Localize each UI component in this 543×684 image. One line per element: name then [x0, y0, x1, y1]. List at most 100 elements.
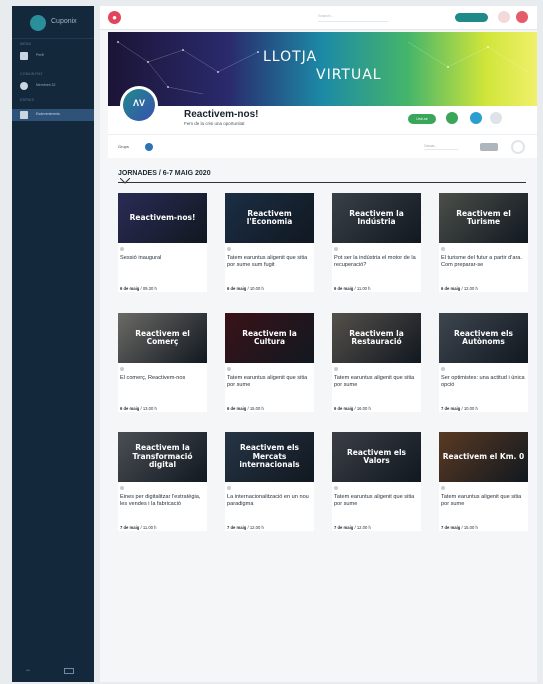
share-icon[interactable]	[470, 112, 482, 124]
session-status-icon	[334, 247, 338, 251]
session-datetime: 6 de maig / 15.00 h	[227, 406, 264, 411]
people-icon	[20, 82, 28, 90]
session-thumbnail-title: Reactivem la Indústria	[349, 208, 404, 226]
session-datetime: 6 de maig / 12.00 h	[441, 286, 478, 291]
session-thumbnail[interactable]: Reactivem els Autònoms	[439, 313, 528, 363]
sidebar-section-community: COMUNITAT	[20, 72, 43, 76]
session-thumbnail-title: Reactivem la Restauració	[349, 328, 404, 346]
filter-bar: Grups Cercar...	[108, 134, 537, 158]
session-time: / 13.00 h	[139, 406, 157, 411]
session-description: Tatem earuntus aligenit que sitia por su…	[227, 255, 308, 268]
session-thumbnail[interactable]: Reactivem el Turisme	[439, 193, 528, 243]
sidebar-item-members[interactable]: Membres 32	[12, 80, 94, 92]
session-datetime: 7 de maig / 15.00 h	[441, 525, 478, 530]
page-subtitle: Fem de la crisi una oportunitat	[184, 121, 245, 126]
sidebar-section-spaces: ESPAIS	[20, 98, 35, 102]
sidebar-item-label: Perfil	[36, 53, 44, 57]
session-date: 6 de maig	[120, 406, 140, 411]
session-time: / 15.00 h	[460, 525, 478, 530]
sidebar-item-label: Esdeveniments	[36, 112, 60, 116]
filter-count-badge[interactable]	[145, 143, 153, 151]
session-datetime: 7 de maig / 10.00 h	[441, 406, 478, 411]
session-thumbnail-title: Reactivem els Mercats internacionals	[239, 443, 300, 470]
sidebar-item-events[interactable]: Esdeveniments	[12, 109, 94, 121]
session-thumbnail[interactable]: Reactivem la Restauració	[332, 313, 421, 363]
session-date: 6 de maig	[334, 406, 354, 411]
session-card[interactable]: Reactivem la Transformació digital Eines …	[118, 432, 207, 531]
session-description: Ser optimistes: una actitud i única opci…	[441, 375, 525, 388]
session-card[interactable]: Reactivem el Km. 0 Tatem earuntus aligeni…	[439, 432, 528, 531]
session-thumbnail[interactable]: Reactivem el Km. 0	[439, 432, 528, 482]
session-status-icon	[120, 367, 124, 371]
session-description: El comerç, Reactivem-nos	[120, 375, 186, 381]
session-thumbnail[interactable]: Reactivem l'Economia	[225, 193, 314, 243]
sidebar-divider	[12, 38, 94, 39]
messages-icon[interactable]	[498, 11, 510, 23]
notifications-icon[interactable]: ●	[108, 11, 121, 24]
search-input[interactable]: Search...	[318, 13, 388, 22]
session-thumbnail[interactable]: Reactivem la Transformació digital	[118, 432, 207, 482]
session-date: 7 de maig	[227, 525, 247, 530]
session-card[interactable]: Reactivem els Autònoms Ser optimistes: un…	[439, 313, 528, 412]
session-status-icon	[227, 247, 231, 251]
session-description: Tatem earuntus aligenit que sitia por su…	[227, 375, 308, 388]
session-card[interactable]: Reactivem els Valors Tatem earuntus alige…	[332, 432, 421, 531]
session-description: Eines per digitalitzar l'estratègia, les…	[120, 494, 201, 507]
session-description: Tatem earuntus aligenit que sitia por su…	[334, 494, 415, 507]
session-thumbnail-title: Reactivem els Valors	[346, 447, 407, 465]
session-date: 6 de maig	[227, 406, 247, 411]
user-avatar[interactable]	[516, 11, 528, 23]
sidebar: Cuponix MENU Perfil COMUNITAT Membres 32…	[12, 6, 94, 682]
session-thumbnail[interactable]: Reactivem els Mercats internacionals	[225, 432, 314, 482]
session-card[interactable]: Reactivem la Cultura Tatem earuntus alige…	[225, 313, 314, 412]
page-title: Reactivem-nos!	[184, 109, 259, 120]
session-card[interactable]: Reactivem-nos! Sessió inaugural 6 de maig …	[118, 193, 207, 292]
session-time: / 12.00 h	[460, 286, 478, 291]
session-thumbnail[interactable]: Reactivem el Comerç	[118, 313, 207, 363]
session-thumbnail[interactable]: Reactivem la Cultura	[225, 313, 314, 363]
chevron-down-icon[interactable]	[120, 178, 130, 184]
sidebar-item-profile[interactable]: Perfil	[12, 50, 94, 62]
session-date: 6 de maig	[441, 286, 461, 291]
session-card[interactable]: Reactivem l'Economia Tatem earuntus alige…	[225, 193, 314, 292]
create-button[interactable]	[455, 13, 488, 22]
join-button[interactable]: Unir-se	[408, 114, 436, 124]
session-thumbnail[interactable]: Reactivem-nos!	[118, 193, 207, 243]
session-status-icon	[120, 486, 124, 490]
session-card[interactable]: Reactivem el Comerç El comerç, Reactivem-…	[118, 313, 207, 412]
session-thumbnail[interactable]: Reactivem els Valors	[332, 432, 421, 482]
session-date: 6 de maig	[227, 286, 247, 291]
session-status-icon	[441, 486, 445, 490]
session-time: / 12.00 h	[353, 525, 371, 530]
session-datetime: 6 de maig / 13.00 h	[120, 406, 157, 411]
session-card[interactable]: Reactivem la Restauració Tatem earuntus a…	[332, 313, 421, 412]
session-datetime: 6 de maig / 16.00 h	[334, 406, 371, 411]
session-datetime: 6 de maig / 11.00 h	[334, 286, 370, 291]
brand-logo-icon[interactable]	[30, 15, 46, 31]
chat-icon[interactable]	[446, 112, 458, 124]
collapse-sidebar-icon[interactable]	[64, 668, 74, 674]
settings-icon[interactable]	[511, 140, 525, 154]
session-time: / 10.00 h	[460, 406, 478, 411]
session-description: Sessió inaugural	[120, 255, 162, 261]
filter-search-input[interactable]: Cercar...	[424, 144, 458, 150]
logout-icon[interactable]: ⇦	[26, 668, 30, 674]
section-heading: JORNADES / 6-7 MAIG 2020	[118, 170, 211, 177]
profile-header: Reactivem-nos! Fem de la crisi una oport…	[108, 106, 537, 134]
session-date: 7 de maig	[120, 525, 140, 530]
session-card[interactable]: Reactivem els Mercats internacionals La i…	[225, 432, 314, 531]
session-description: Tatem earuntus aligenit que sitia por su…	[334, 375, 415, 388]
session-datetime: 7 de maig / 12.00 h	[334, 525, 371, 530]
brand-name: Cuponix	[51, 18, 77, 25]
more-icon[interactable]	[490, 112, 502, 124]
session-card[interactable]: Reactivem el Turisme El turisme del futur…	[439, 193, 528, 292]
filter-button[interactable]	[480, 143, 498, 151]
avatar-logo-text: ΛV	[133, 98, 146, 108]
group-avatar: ΛV	[120, 86, 158, 124]
session-thumbnail[interactable]: Reactivem la Indústria	[332, 193, 421, 243]
session-card[interactable]: Reactivem la Indústria Pot ser la indústr…	[332, 193, 421, 292]
session-time: / 11.00 h	[139, 525, 157, 530]
main-content: ● Search... LLOTJA VIRTUAL Reactivem-nos…	[100, 6, 537, 682]
session-date: 6 de maig	[120, 286, 140, 291]
session-date: 7 de maig	[441, 406, 461, 411]
